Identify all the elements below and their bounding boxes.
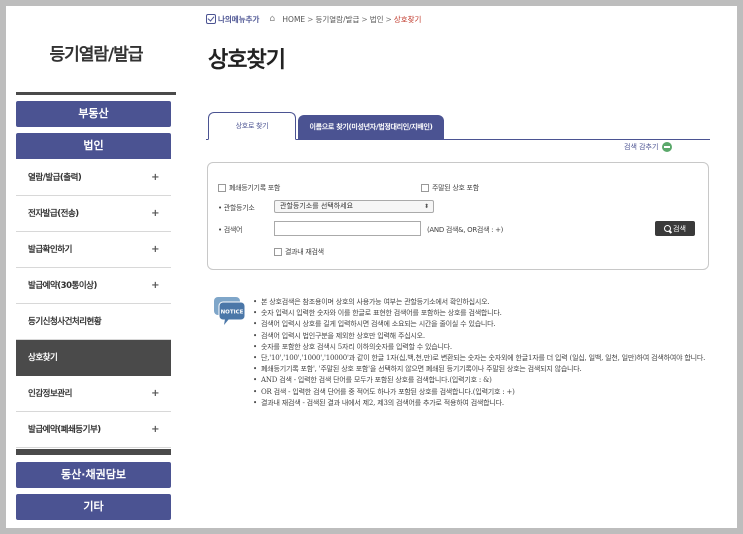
tab-bar: 상호로 찾기 이름으로 찾기(미성년자/법정대리인/지배인) [206,112,710,140]
sidebar-item-e-issue[interactable]: 전자발급(전송) + [16,196,171,232]
sidebar-divider [16,92,176,95]
search-label: • 검색어 [218,225,243,235]
breadcrumb-separator: > [385,14,392,24]
page-title: 상호찾기 [208,48,286,73]
search-button[interactable]: 검색 [655,221,695,236]
sidebar-item-company-name-search[interactable]: 상호찾기 [16,340,171,376]
sidebar-item-label: 발급예약(30통이상) [28,281,97,291]
sidebar-item-label: 발급예약(폐쇄등기부) [28,425,101,435]
search-toggle-label: 검색 감추기 [624,143,659,151]
plus-icon[interactable]: + [151,196,159,232]
tab-person-name[interactable]: 이름으로 찾기(미성년자/법정대리인/지배인) [298,115,444,140]
notice-item: 숫자 입력시 입력한 숫자와 이를 한글로 표현한 검색어를 포함하는 상호를 … [253,308,713,319]
breadcrumb-separator: > [307,14,314,24]
plus-icon[interactable]: + [151,412,159,448]
include-closed-label: 폐쇄등기기록 포함 [229,184,281,192]
notice-list: 본 상호검색은 참조용이며 상호의 사용가능 여부는 관할등기소에서 확인하십시… [253,297,713,409]
sidebar-divider [16,449,171,455]
notice-icon-label: NOTICE [221,310,244,316]
sidebar-item-seal-info[interactable]: 인감정보관리 + [16,376,171,412]
sidebar-item-case-status[interactable]: 등기신청사건처리현황 [16,304,171,340]
search-button-label: 검색 [673,224,686,233]
notice-item: 검색어 입력시 법인구분을 제외한 상호만 입력해 주십시오. [253,331,713,342]
page-frame: 등기열람/발급 부동산 법인 열람/발급(출력) + 전자발급(전송) + 발급… [6,6,737,528]
notice-item: 단,'10','100','1000','10000'과 같이 한글 1자(십,… [253,353,713,364]
breadcrumb-current: 상호찾기 [393,14,422,24]
search-hint: (AND 검색&, OR검색 : +) [427,226,504,234]
breadcrumb-home[interactable]: HOME [282,15,305,24]
bullet: • [218,226,222,234]
research-label: 결과내 재검색 [285,248,324,256]
notice-item: 본 상호검색은 참조용이며 상호의 사용가능 여부는 관할등기소에서 확인하십시… [253,297,713,308]
sidebar-item-label: 등기신청사건처리현황 [28,317,102,327]
notice-item: OR 검색 - 입력한 검색 단어를 중 적어도 하나가 포함된 상호를 검색합… [253,387,713,398]
notice-icon: NOTICE [214,297,246,325]
sidebar-item-label: 상호찾기 [28,353,58,363]
include-dormant-checkbox[interactable]: 주말된 상호 포함 [421,183,479,193]
plus-icon[interactable]: + [151,268,159,304]
search-input[interactable] [274,221,421,236]
sidebar: 등기열람/발급 부동산 법인 열람/발급(출력) + 전자발급(전송) + 발급… [16,6,176,528]
breadcrumb-corporation[interactable]: 법인 [370,14,384,25]
add-my-menu-label: 나의메뉴추가 [218,14,260,24]
sidebar-realestate-button[interactable]: 부동산 [16,101,171,127]
home-icon: ⌂ [269,13,276,24]
notice-item: 폐쇄등기기록 포함', '주말된 상호 포함'을 선택하지 않으면 폐쇄된 등기… [253,364,713,375]
include-dormant-label: 주말된 상호 포함 [432,184,479,192]
sidebar-movable-button[interactable]: 동산·채권담보 [16,462,171,488]
plus-icon[interactable]: + [151,232,159,268]
tab-company-name[interactable]: 상호로 찾기 [208,112,296,140]
sidebar-item-verify-issue[interactable]: 발급확인하기 + [16,232,171,268]
sidebar-item-closed-reservation[interactable]: 발급예약(폐쇄등기부) + [16,412,171,448]
select-arrow-icon: ⬍ [423,203,429,210]
office-label: • 관할등기소 [218,203,255,213]
sidebar-corporation-button[interactable]: 법인 [16,133,171,159]
office-select[interactable]: 관할등기소를 선택하세요 ⬍ [274,200,434,213]
include-closed-checkbox[interactable]: 폐쇄등기기록 포함 [218,183,280,193]
search-icon [664,225,672,232]
checkbox-icon[interactable] [218,184,226,192]
research-checkbox[interactable]: 결과내 재검색 [274,247,324,257]
notice-item: 결과내 재검색 - 검색된 결과 내에서 제2, 제3의 검색어를 추가로 적용… [253,398,713,409]
breadcrumb-separator: > [361,14,368,24]
breadcrumb: 나의메뉴추가 ⌂ HOME > 등기열람/발급 > 법인 > 상호찾기 [206,12,421,26]
sidebar-item-label: 발급확인하기 [28,245,72,255]
checkbox-icon [206,14,216,24]
notice-item: AND 검색 - 입력한 검색 단어를 모두가 포함된 상호를 검색합니다.(입… [253,375,713,386]
checkbox-icon[interactable] [274,248,282,256]
sidebar-item-view-issue[interactable]: 열람/발급(출력) + [16,160,171,196]
sidebar-etc-button[interactable]: 기타 [16,494,171,520]
collapse-icon [662,142,673,152]
bullet: • [218,204,222,212]
plus-icon[interactable]: + [151,376,159,412]
search-label-text: 검색어 [223,226,243,234]
plus-icon[interactable]: + [151,160,159,196]
notice-item: 숫자를 포함한 상호 검색시 5자리 이하의숫자를 입력할 수 있습니다. [253,342,713,353]
search-panel: 폐쇄등기기록 포함 주말된 상호 포함 • 관할등기소 관할등기소를 선택하세요… [207,162,709,270]
sidebar-item-issue-reservation[interactable]: 발급예약(30통이상) + [16,268,171,304]
sidebar-item-label: 인감정보관리 [28,389,72,399]
office-label-text: 관할등기소 [223,204,255,212]
search-toggle-button[interactable]: 검색 감추기 [624,142,673,152]
office-select-value: 관할등기소를 선택하세요 [280,202,354,210]
sidebar-item-label: 전자발급(전송) [28,209,79,219]
sidebar-title: 등기열람/발급 [49,45,143,65]
checkbox-icon[interactable] [421,184,429,192]
breadcrumb-registry[interactable]: 등기열람/발급 [315,14,359,25]
sidebar-item-label: 열람/발급(출력) [28,173,82,183]
notice-item: 검색어 입력시 상호를 길게 입력하시면 검색에 소요되는 시간을 줄이실 수 … [253,319,713,330]
add-my-menu-link[interactable]: 나의메뉴추가 [206,14,259,25]
